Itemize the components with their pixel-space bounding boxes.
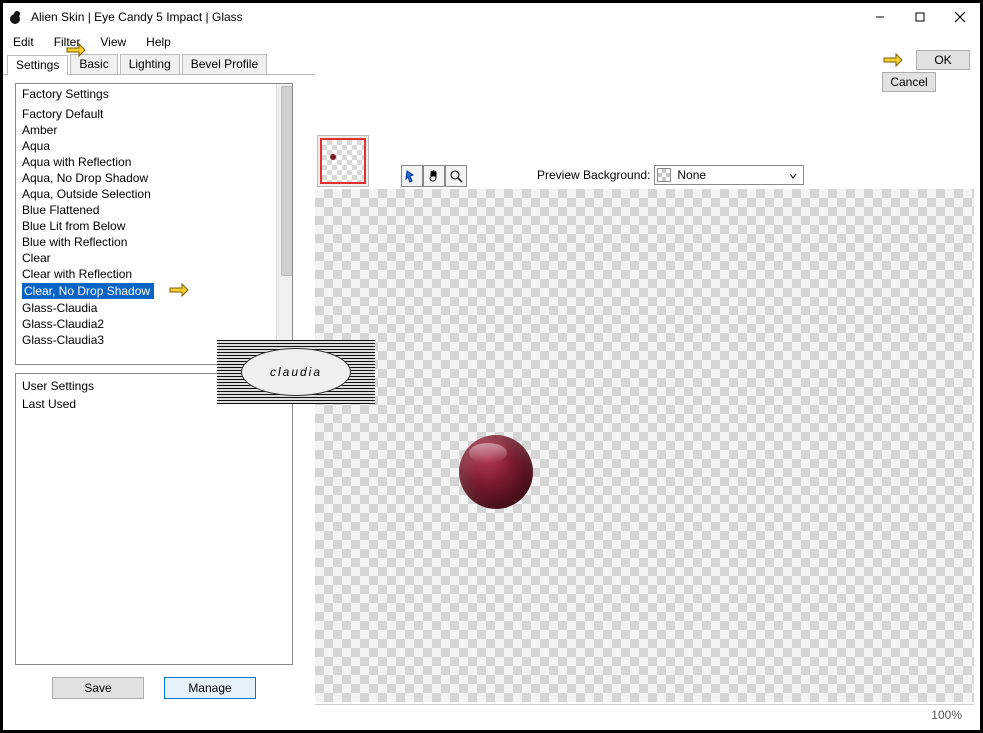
menu-edit[interactable]: Edit xyxy=(7,33,44,51)
factory-settings-list[interactable]: Factory Settings Factory DefaultAmberAqu… xyxy=(15,83,293,365)
list-item[interactable]: Glass-Claudia2 xyxy=(20,316,276,332)
title-bar: Alien Skin | Eye Candy 5 Impact | Glass xyxy=(3,3,980,31)
list-buttons: Save Manage xyxy=(15,673,293,699)
chevron-down-icon xyxy=(785,168,801,184)
list-item[interactable]: Clear with Reflection xyxy=(20,266,276,282)
list-item[interactable]: Factory Default xyxy=(20,106,276,122)
preview-background-control: Preview Background: None xyxy=(537,165,804,185)
list-item[interactable]: Aqua, No Drop Shadow xyxy=(20,170,276,186)
window-title: Alien Skin | Eye Candy 5 Impact | Glass xyxy=(31,10,243,24)
manage-button[interactable]: Manage xyxy=(164,677,256,699)
list-item[interactable]: Clear xyxy=(20,250,276,266)
list-item[interactable]: Amber xyxy=(20,122,276,138)
preview-background-label: Preview Background: xyxy=(537,168,650,182)
factory-settings-header: Factory Settings xyxy=(16,84,292,104)
navigator-thumbnail[interactable] xyxy=(317,135,369,187)
main-area: Factory Settings Factory DefaultAmberAqu… xyxy=(3,75,980,730)
watermark-banner: claudia xyxy=(217,340,375,404)
tab-basic[interactable]: Basic xyxy=(70,54,117,74)
tab-settings[interactable]: Settings xyxy=(7,55,68,75)
scrollbar-vertical[interactable] xyxy=(276,84,292,364)
menu-bar: Edit Filter View Help xyxy=(3,31,980,53)
top-row: Settings Basic Lighting Bevel Profile OK… xyxy=(3,53,980,75)
scrollbar-thumb[interactable] xyxy=(281,86,293,276)
list-item[interactable]: Clear, No Drop Shadow xyxy=(22,283,154,299)
list-item[interactable]: Blue Flattened xyxy=(20,202,276,218)
close-button[interactable] xyxy=(940,4,980,30)
pointer-hand-icon xyxy=(65,41,95,59)
preview-object-glass-sphere xyxy=(459,435,533,509)
tab-basic-label: Basic xyxy=(79,57,108,71)
preview-background-value: None xyxy=(677,168,706,182)
preview-canvas[interactable] xyxy=(315,189,974,702)
list-item[interactable]: Aqua xyxy=(20,138,276,154)
maximize-button[interactable] xyxy=(900,4,940,30)
tab-bevel-profile[interactable]: Bevel Profile xyxy=(182,54,267,74)
hand-tool-icon[interactable] xyxy=(423,165,445,187)
zoom-level: 100% xyxy=(931,708,962,722)
minimize-button[interactable] xyxy=(860,4,900,30)
list-item[interactable]: Aqua, Outside Selection xyxy=(20,186,276,202)
pointer-hand-icon xyxy=(168,281,198,302)
ok-button[interactable]: OK xyxy=(916,50,970,70)
transparency-swatch-icon xyxy=(657,168,671,182)
zoom-tool-icon[interactable] xyxy=(445,165,467,187)
preview-tools xyxy=(401,165,467,187)
preview-panel: Preview Background: None 100% xyxy=(315,135,974,724)
save-button[interactable]: Save xyxy=(52,677,144,699)
pointer-tool-icon[interactable] xyxy=(401,165,423,187)
menu-view[interactable]: View xyxy=(90,33,136,51)
app-icon xyxy=(9,9,25,25)
user-settings-list[interactable]: User Settings Last Used xyxy=(15,373,293,665)
menu-help[interactable]: Help xyxy=(136,33,181,51)
tab-lighting[interactable]: Lighting xyxy=(120,54,180,74)
watermark-text: claudia xyxy=(241,348,351,396)
list-item[interactable]: Blue with Reflection xyxy=(20,234,276,250)
list-item[interactable]: Glass-Claudia xyxy=(20,300,276,316)
pointer-hand-icon xyxy=(882,51,912,69)
list-item[interactable]: Blue Lit from Below xyxy=(20,218,276,234)
list-item[interactable]: Aqua with Reflection xyxy=(20,154,276,170)
status-bar: 100% xyxy=(315,704,974,724)
preview-background-select[interactable]: None xyxy=(654,165,804,185)
tab-strip: Settings Basic Lighting Bevel Profile xyxy=(3,53,315,75)
